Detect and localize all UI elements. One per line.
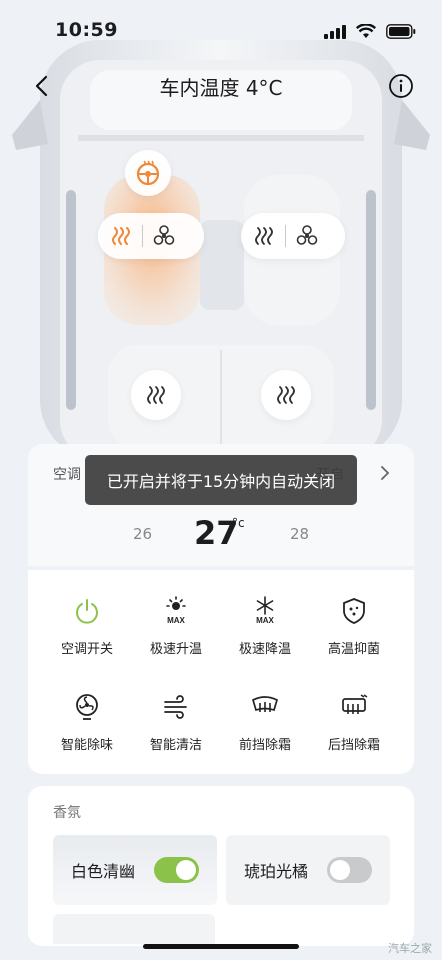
fragrance-title: 香氛 [53, 805, 81, 821]
controls-card: 空调开关 MAX 极速升温 MAX 极速降温 高温抑菌 智能除味 智能清洁 前挡… [28, 570, 414, 774]
fragrance-toggle-on[interactable] [154, 857, 199, 883]
ac-power-label: 空调开关 [60, 642, 113, 657]
temp-decrease[interactable]: 26 [133, 525, 152, 543]
seat-heat-icon [112, 227, 130, 245]
svg-text:MAX: MAX [256, 616, 274, 625]
page-title: 车内温度 4°C [159, 76, 283, 100]
front-right-seat-controls [241, 213, 345, 259]
temp-unit: °c [232, 516, 245, 530]
power-icon [76, 599, 98, 624]
sterilize-label: 高温抑菌 [327, 642, 380, 657]
seat-heat-icon [255, 227, 273, 245]
status-icons [324, 24, 416, 39]
front-right-heat-button[interactable] [253, 225, 275, 247]
deodorize-label: 智能除味 [60, 738, 113, 753]
front-left-seat-controls [98, 213, 204, 259]
steering-wheel-heat-icon [136, 160, 160, 186]
fan-icon [296, 225, 318, 245]
fragrance-option-1[interactable]: 白色清幽 [53, 835, 217, 905]
front-right-fan-button[interactable] [296, 225, 318, 247]
rear-right-heat-button[interactable] [261, 370, 311, 420]
car-illustration [12, 40, 430, 460]
status-time: 10:59 [55, 19, 118, 41]
front-left-heat-button[interactable] [110, 225, 132, 247]
info-icon [389, 74, 413, 98]
fragrance-option-name: 琥珀光橘 [244, 862, 309, 881]
rapid-cool-label: 极速降温 [238, 642, 291, 657]
clean-button[interactable]: 智能清洁 [131, 690, 221, 753]
temp-increase[interactable]: 28 [290, 525, 309, 543]
fragrance-toggle-off[interactable] [327, 857, 372, 883]
cellular-signal-icon [324, 24, 346, 39]
ac-label: 空调 [53, 467, 81, 483]
divider [142, 225, 143, 247]
seat-heat-icon [147, 386, 165, 404]
deodorize-fan-icon [76, 694, 98, 720]
front-defrost-icon [251, 696, 279, 712]
wind-clean-icon [164, 695, 187, 719]
fragrance-option-2[interactable]: 琥珀光橘 [226, 835, 390, 905]
divider [285, 225, 286, 247]
rear-left-heat-button[interactable] [131, 370, 181, 420]
rear-defrost-icon [342, 694, 368, 714]
front-defrost-button[interactable]: 前挡除霜 [220, 690, 310, 753]
ac-power-button[interactable]: 空调开关 [42, 594, 132, 657]
fragrance-option-3[interactable] [53, 914, 215, 944]
watermark: 汽车之家 [388, 942, 432, 955]
clean-label: 智能清洁 [149, 738, 202, 753]
sun-max-icon: MAX [166, 596, 186, 625]
deodorize-button[interactable]: 智能除味 [42, 690, 132, 753]
wifi-icon [356, 24, 376, 38]
shield-sterilize-icon [343, 598, 365, 624]
seat-heat-icon [277, 386, 295, 404]
home-indicator[interactable] [143, 944, 299, 949]
rear-defrost-label: 后挡除霜 [327, 738, 380, 753]
toast-message: 已开启并将于15分钟内自动关闭 [85, 455, 357, 505]
front-left-fan-button[interactable] [153, 225, 175, 247]
info-button[interactable] [388, 73, 414, 99]
fragrance-option-name: 白色清幽 [71, 862, 136, 881]
chevron-right-icon [381, 466, 390, 480]
rapid-heat-label: 极速升温 [149, 642, 202, 657]
snowflake-max-icon: MAX [256, 596, 275, 625]
rear-defrost-button[interactable]: 后挡除霜 [309, 690, 399, 753]
fan-icon [153, 225, 175, 245]
rapid-heat-button[interactable]: MAX 极速升温 [131, 594, 221, 657]
battery-icon [386, 24, 416, 39]
ac-detail-button[interactable] [380, 465, 390, 485]
sterilize-button[interactable]: 高温抑菌 [309, 594, 399, 657]
steering-heat-button[interactable] [125, 150, 171, 196]
front-defrost-label: 前挡除霜 [238, 738, 291, 753]
svg-text:MAX: MAX [167, 616, 185, 625]
rapid-cool-button[interactable]: MAX 极速降温 [220, 594, 310, 657]
